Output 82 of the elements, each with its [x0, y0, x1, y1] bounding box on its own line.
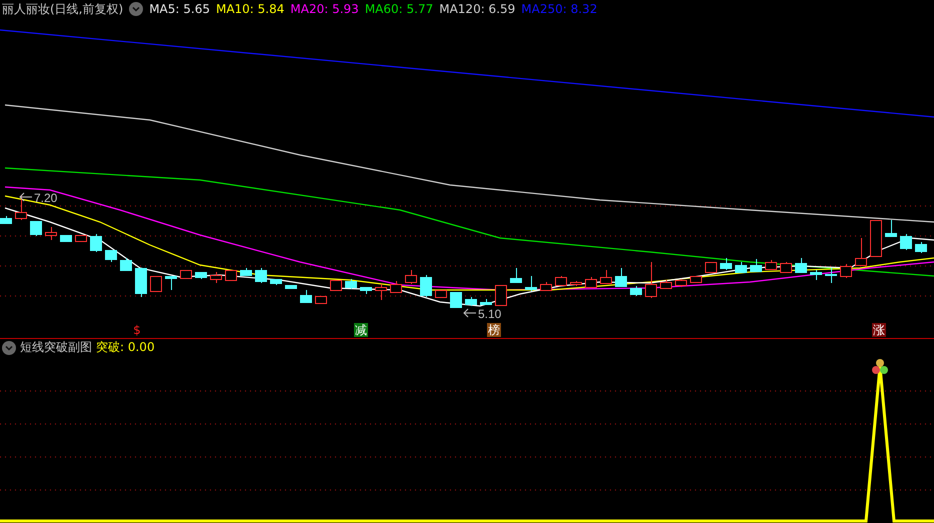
dropdown-icon[interactable]	[2, 340, 16, 354]
candlestick	[825, 268, 837, 284]
candlestick	[840, 264, 852, 278]
candlestick	[240, 268, 252, 276]
arrow-icon	[19, 192, 32, 202]
candlestick	[30, 220, 42, 236]
candlestick	[855, 238, 867, 266]
candlestick	[720, 258, 732, 270]
candlestick	[645, 262, 657, 298]
candlestick	[735, 262, 747, 274]
candlestick	[135, 268, 147, 298]
candlestick	[60, 234, 72, 242]
candlestick	[255, 268, 267, 284]
candlestick	[15, 194, 27, 220]
candlestick	[45, 226, 57, 240]
candlestick	[90, 234, 102, 252]
candlestick	[195, 272, 207, 280]
candlestick	[525, 276, 537, 292]
candlestick	[600, 270, 612, 284]
candlestick	[585, 276, 597, 288]
moving-average-value: MA5: 5.65	[149, 2, 210, 16]
candlestick	[210, 272, 222, 284]
candlestick	[390, 280, 402, 293]
arrow-icon	[463, 308, 476, 318]
candlestick	[405, 270, 417, 284]
moving-average-value: MA250: 8.32	[521, 2, 598, 16]
dropdown-icon[interactable]	[129, 2, 144, 16]
candlestick	[765, 260, 777, 270]
candlestick	[480, 298, 492, 306]
candlestick	[810, 270, 822, 280]
candlestick	[330, 280, 342, 292]
signal-dots-drawing	[872, 359, 888, 374]
candlestick	[570, 280, 582, 286]
moving-average-value: MA20: 5.93	[290, 2, 359, 16]
candlestick	[105, 250, 117, 262]
candlestick	[450, 292, 462, 308]
signal-marker: 涨	[872, 323, 886, 337]
candlestick	[0, 216, 12, 224]
candlestick	[435, 290, 447, 298]
candlestick	[285, 284, 297, 289]
candlestick	[510, 268, 522, 284]
candlestick	[120, 258, 132, 271]
candlestick	[795, 258, 807, 274]
candlestick	[165, 276, 177, 290]
chart-title: 短线突破副图	[20, 339, 92, 356]
signal-marker: 减	[354, 323, 368, 337]
candlestick	[225, 270, 237, 281]
candlestick	[885, 220, 897, 238]
candlestick	[675, 278, 687, 288]
candlestick	[495, 284, 507, 306]
moving-average-value: MA120: 6.59	[439, 2, 516, 16]
candlestick	[705, 262, 717, 274]
candlestick	[690, 276, 702, 284]
candlestick	[150, 276, 162, 292]
candlestick	[360, 286, 372, 294]
candlestick	[615, 268, 627, 288]
chart-title: 丽人丽妆(日线,前复权)	[2, 0, 124, 18]
candlestick	[345, 278, 357, 290]
candlestick	[630, 286, 642, 296]
candlestick	[870, 220, 882, 258]
signal-marker: 榜	[487, 323, 501, 337]
moving-average-value: MA60: 5.77	[364, 2, 434, 16]
candlestick	[900, 234, 912, 250]
candlestick	[750, 258, 762, 272]
candlestick	[375, 284, 387, 300]
candlestick	[315, 296, 327, 304]
candlestick	[780, 262, 792, 274]
candlestick	[75, 234, 87, 242]
price-label: 5.10	[478, 307, 502, 321]
candlestick	[915, 242, 927, 254]
candlestick	[555, 276, 567, 286]
signal-marker: $	[133, 323, 141, 337]
candlestick	[300, 290, 312, 304]
candlestick	[180, 270, 192, 279]
candlestick	[420, 274, 432, 298]
candlestick	[540, 282, 552, 291]
price-label: 7.20	[34, 191, 58, 205]
moving-average-value: MA10: 5.84	[216, 2, 284, 16]
candlestick	[465, 296, 477, 306]
candlestick	[660, 280, 672, 290]
candlestick	[270, 278, 282, 286]
indicator-value: 突破: 0.00	[96, 339, 155, 356]
